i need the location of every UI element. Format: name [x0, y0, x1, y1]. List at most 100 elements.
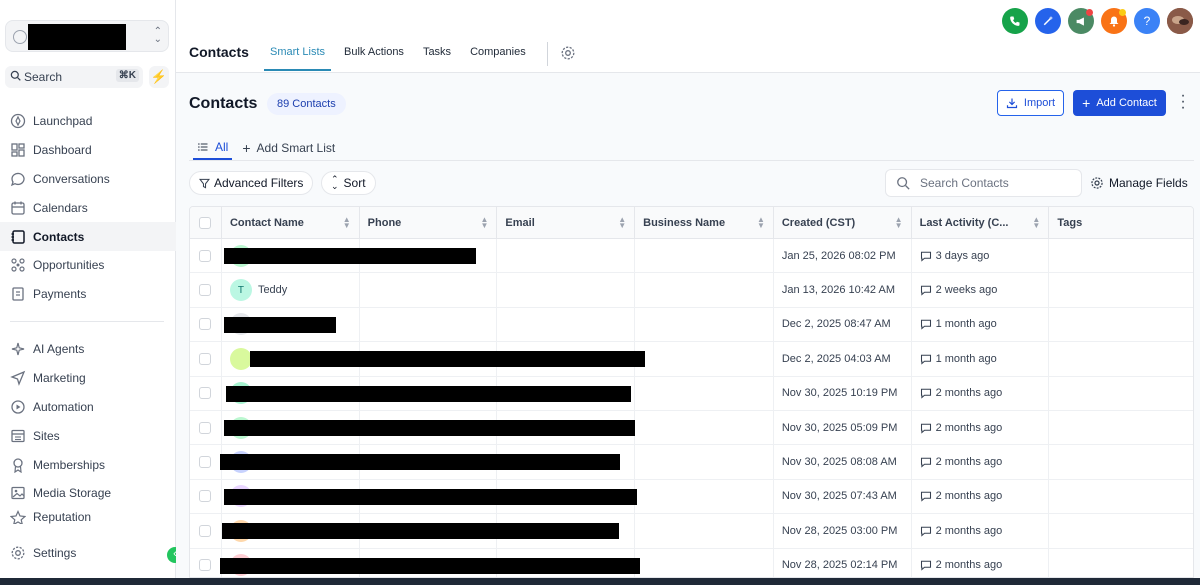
cell-last-activity: 1 month ago	[912, 307, 1050, 342]
sidebar-item-label: Conversations	[33, 171, 110, 186]
more-options-kebab-icon[interactable]: · · ·	[1179, 88, 1187, 116]
add-contact-button[interactable]: + Add Contact	[1073, 90, 1166, 116]
cell-last-activity: 2 months ago	[912, 548, 1050, 577]
sidebar-item-settings[interactable]: Settings	[0, 539, 176, 568]
redacted-content	[224, 248, 476, 264]
cell-contact-name[interactable]: T Teddy	[222, 273, 360, 307]
sidebar-item-label: Reputation	[33, 509, 92, 524]
created-date: Jan 13, 2026 10:42 AM	[781, 284, 896, 297]
row-checkbox[interactable]	[199, 456, 212, 469]
column-header-tags[interactable]: Tags	[1049, 207, 1193, 238]
sidebar-item-label: Marketing	[33, 371, 86, 386]
column-header-last-activity[interactable]: Last Activity (C... ▲ ▼	[912, 207, 1050, 238]
sidebar-item-payments[interactable]: Payments	[0, 280, 176, 309]
tab-tasks[interactable]: Tasks	[417, 38, 457, 71]
account-switcher[interactable]: ⌃ ⌄	[5, 20, 169, 52]
tab-companies[interactable]: Companies	[464, 38, 532, 71]
sidebar-item-opportunities[interactable]: Opportunities	[0, 251, 176, 280]
chat-bubble-icon	[920, 423, 931, 434]
column-header-email[interactable]: Email ▲ ▼	[497, 207, 636, 238]
subtabs-divider	[189, 160, 1194, 161]
cell-last-activity: 2 months ago	[912, 376, 1050, 410]
sidebar-item-marketing[interactable]: Marketing	[0, 364, 176, 393]
cell-tags	[1049, 273, 1193, 306]
table-row[interactable]: Nov 28, 2025 03:00 PM 2 months ago	[190, 514, 1193, 549]
sidebar-item-ai-agents[interactable]: AI Agents	[0, 335, 176, 364]
cell-created: Nov 28, 2025 02:14 PM	[774, 548, 912, 577]
sidebar-item-calendars[interactable]: Calendars	[0, 193, 176, 222]
sidebar-item-automation[interactable]: Automation	[0, 393, 176, 422]
tab-bulk-actions[interactable]: Bulk Actions	[338, 38, 410, 71]
column-header-phone[interactable]: Phone ▲ ▼	[360, 207, 498, 238]
table-row[interactable]: Nov 28, 2025 02:14 PM 2 months ago	[190, 548, 1193, 577]
row-checkbox[interactable]	[199, 318, 212, 331]
row-checkbox[interactable]	[199, 524, 212, 537]
row-checkbox[interactable]	[199, 249, 212, 262]
cell-phone	[360, 273, 498, 307]
table-row[interactable]: Nov 30, 2025 05:09 PM 2 months ago	[190, 410, 1193, 446]
sidebar-item-dashboard[interactable]: Dashboard	[0, 136, 176, 165]
row-checkbox-cell	[190, 445, 222, 479]
sidebar-item-media-storage[interactable]: Media Storage	[0, 479, 176, 508]
phone-icon[interactable]	[1002, 8, 1028, 34]
table-row[interactable]: Jan 25, 2026 08:02 PM 3 days ago	[190, 239, 1193, 274]
column-header-created[interactable]: Created (CST) ▲ ▼	[774, 207, 912, 238]
memberships-icon	[13, 457, 23, 473]
quick-action-bolt-icon[interactable]: ⚡	[149, 66, 169, 88]
row-checkbox-cell	[190, 342, 222, 376]
table-row[interactable]: Nov 30, 2025 07:43 AM 2 months ago	[190, 479, 1193, 515]
search-label: Search	[24, 70, 63, 84]
sidebar-item-conversations[interactable]: Conversations	[0, 165, 176, 194]
column-header-contact-name[interactable]: Contact Name ▲ ▼	[222, 207, 360, 238]
tab-settings-gear-icon[interactable]	[560, 45, 576, 61]
column-header-business-name[interactable]: Business Name ▲ ▼	[635, 207, 774, 238]
search-icon	[10, 70, 21, 81]
global-search[interactable]: Search ⌘K	[5, 66, 143, 88]
notification-dot	[1119, 9, 1126, 16]
contact-name[interactable]: Teddy	[258, 284, 287, 296]
import-button[interactable]: Import	[997, 90, 1064, 116]
select-all-checkbox[interactable]	[199, 216, 212, 229]
add-smart-list-button[interactable]: + Add Smart List	[238, 136, 339, 160]
redacted-content	[220, 454, 620, 471]
table-row[interactable]: T Teddy Jan 13, 2026 10:42 AM 2 weeks ago	[190, 273, 1193, 308]
smartlist-tab-all[interactable]: All	[193, 136, 233, 160]
column-label: Created (CST)	[781, 216, 856, 229]
row-checkbox[interactable]	[199, 284, 212, 297]
row-checkbox[interactable]	[199, 490, 212, 503]
manage-fields-button[interactable]: Manage Fields	[1090, 176, 1188, 190]
sort-label: Sort	[343, 176, 366, 190]
cell-last-activity: 1 month ago	[912, 342, 1050, 376]
sidebar-item-contacts[interactable]: Contacts	[0, 222, 176, 251]
row-checkbox[interactable]	[199, 387, 212, 400]
megaphone-icon[interactable]	[1068, 8, 1094, 34]
sort-button[interactable]: ⌃ ⌄ Sort	[321, 171, 376, 195]
table-row[interactable]: Nov 30, 2025 08:08 AM 2 months ago	[190, 445, 1193, 480]
chevron-updown-icon: ⌃ ⌄	[153, 26, 162, 45]
last-activity: 2 months ago	[935, 559, 1003, 572]
created-date: Nov 30, 2025 07:43 AM	[781, 490, 897, 503]
help-icon[interactable]: ?	[1134, 8, 1160, 34]
table-row[interactable]: Dec 2, 2025 04:03 AM 1 month ago	[190, 342, 1193, 377]
contact-avatar: T	[229, 279, 252, 302]
tab-smart-lists[interactable]: Smart Lists	[264, 38, 332, 71]
bell-icon[interactable]	[1101, 8, 1127, 34]
row-checkbox[interactable]	[199, 352, 212, 365]
search-contacts-input[interactable]: Search Contacts	[885, 169, 1082, 197]
user-avatar[interactable]	[1167, 8, 1193, 34]
row-checkbox[interactable]	[199, 421, 212, 434]
created-date: Jan 25, 2026 08:02 PM	[781, 249, 896, 262]
sidebar-item-reputation[interactable]: Reputation	[0, 508, 176, 524]
redacted-content	[226, 385, 631, 402]
row-checkbox[interactable]	[199, 559, 212, 572]
sidebar-item-sites[interactable]: Sites	[0, 421, 176, 450]
magic-wand-icon[interactable]	[1035, 8, 1061, 34]
table-row[interactable]: Dec 2, 2025 08:47 AM 1 month ago	[190, 307, 1193, 343]
sidebar-item-launchpad[interactable]: Launchpad	[0, 107, 176, 136]
advanced-filters-button[interactable]: Advanced Filters	[189, 171, 314, 195]
cell-phone	[360, 307, 498, 342]
table-row[interactable]: Nov 30, 2025 10:19 PM 2 months ago	[190, 376, 1193, 411]
last-activity: 2 months ago	[935, 524, 1003, 537]
sort-icon: ▲ ▼	[618, 214, 627, 230]
sidebar-item-memberships[interactable]: Memberships	[0, 450, 176, 479]
